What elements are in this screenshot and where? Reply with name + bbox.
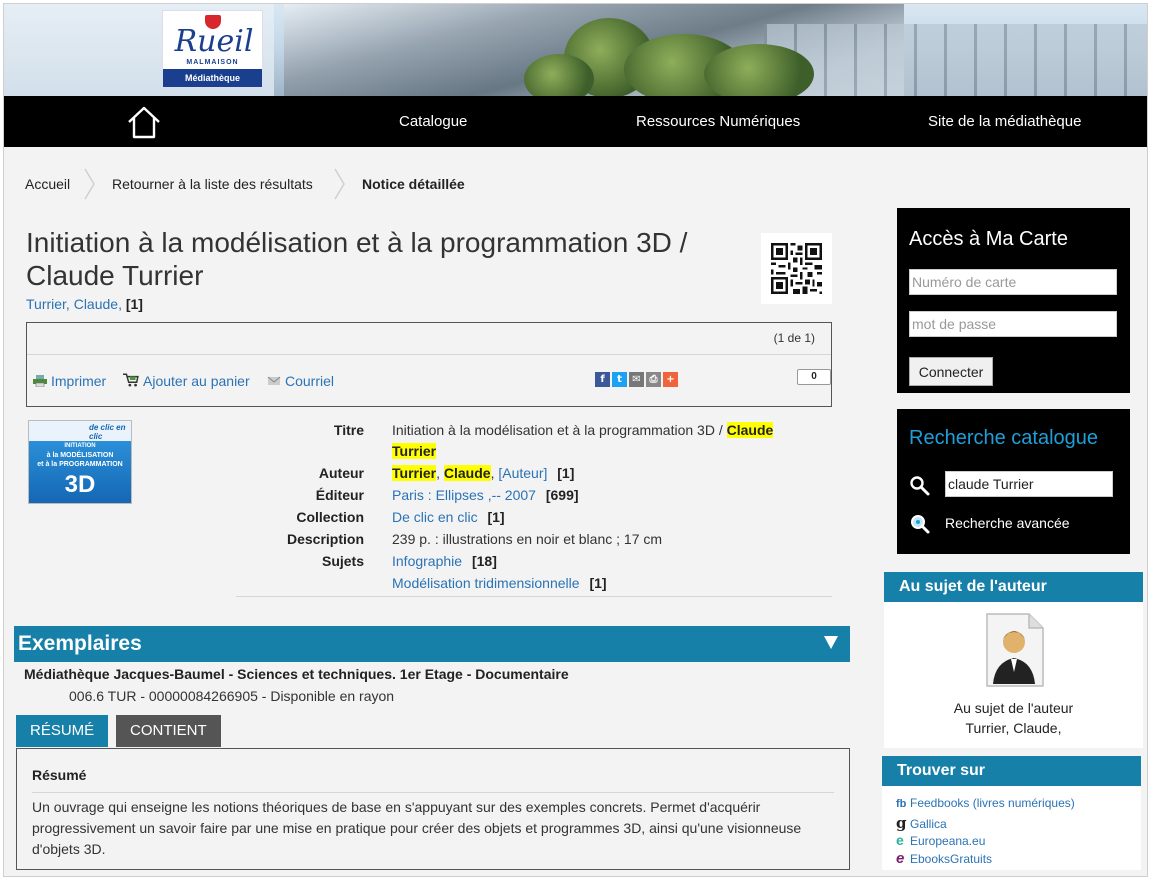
page-frame: Rueil MALMAISON Médiathèque Catalogue Re… xyxy=(3,3,1148,877)
nav-site-mediatheque[interactable]: Site de la médiathèque xyxy=(928,96,1081,147)
card-login-heading: Accès à Ma Carte xyxy=(909,228,1068,250)
qr-code xyxy=(761,233,832,304)
email-button[interactable]: Courriel xyxy=(267,373,334,389)
exemplaire-location: Médiathèque Jacques-Baumel - Sciences et… xyxy=(24,666,569,682)
author-count: [1] xyxy=(125,296,143,312)
collection-link[interactable]: De clic en clic xyxy=(392,509,478,525)
header-banner: Rueil MALMAISON Médiathèque xyxy=(4,4,1147,96)
catalogue-search-heading: Recherche catalogue xyxy=(909,427,1099,449)
cover-series: de clic en clic xyxy=(89,423,126,441)
find-on-heading: Trouver sur xyxy=(882,756,1141,786)
card-login-box: Accès à Ma Carte Connecter xyxy=(897,208,1130,393)
twitter-icon[interactable]: t xyxy=(612,372,627,387)
editeur-link[interactable]: Paris : Ellipses ,-- 2007 xyxy=(392,487,536,503)
gallica-icon: g xyxy=(896,814,907,832)
author-box: Au sujet de l'auteur Au sujet de l'auteu… xyxy=(884,572,1143,748)
sujet-link-modelisation[interactable]: Modélisation tridimensionnelle xyxy=(392,575,580,591)
author-highlight-firstname[interactable]: Claude xyxy=(443,465,491,481)
site-logo[interactable]: Rueil MALMAISON Médiathèque xyxy=(162,10,263,88)
link-europeana[interactable]: e Europeana.eu xyxy=(896,832,985,848)
main-nav: Catalogue Ressources Numériques Site de … xyxy=(4,96,1147,147)
author-box-caption: Au sujet de l'auteur Turrier, Claude, xyxy=(953,700,1074,736)
notice-panel: Initiation à la modélisation et à la pro… xyxy=(14,208,852,618)
resume-panel: Résumé Un ouvrage qui enseigne les notio… xyxy=(16,748,850,870)
field-sujets-continued: Modélisation tridimensionnelle [1] xyxy=(392,575,607,591)
breadcrumb-separator-icon xyxy=(334,168,345,200)
result-pager: (1 de 1) xyxy=(773,331,815,345)
exemplaires-header[interactable]: Exemplaires xyxy=(14,626,850,662)
link-ebooksgratuits[interactable]: e EbooksGratuits xyxy=(896,850,992,867)
share-buttons: f t ✉ ⎙ + xyxy=(595,369,680,387)
facebook-icon[interactable]: f xyxy=(595,372,610,387)
author-link[interactable]: Turrier, Claude, xyxy=(26,296,122,312)
sujet-link-infographie[interactable]: Infographie xyxy=(392,553,462,569)
nav-ressources-numeriques[interactable]: Ressources Numériques xyxy=(636,96,800,147)
author-highlight-surname[interactable]: Turrier xyxy=(392,465,437,481)
field-editeur: Éditeur Paris : Ellipses ,-- 2007 [699] xyxy=(315,487,579,503)
logo-subtitle: MALMAISON xyxy=(186,59,239,66)
author-avatar-icon[interactable] xyxy=(981,612,1047,688)
connect-button[interactable]: Connecter xyxy=(909,357,993,386)
field-auteur: Auteur Turrier, Claude, [Auteur] [1] xyxy=(318,465,575,481)
nav-catalogue[interactable]: Catalogue xyxy=(399,96,467,147)
author-line: Turrier, Claude, [1] xyxy=(26,296,143,312)
field-titre-continued: Turrier xyxy=(392,443,437,459)
banner-photo-building xyxy=(764,24,1147,96)
collapse-arrow-icon xyxy=(824,636,838,649)
resume-text: Un ouvrage qui enseigne les notions théo… xyxy=(32,799,802,857)
field-sujets: Sujets Infographie [18] xyxy=(321,553,497,569)
author-box-heading: Au sujet de l'auteur xyxy=(884,572,1143,602)
exemplaire-item: 006.6 TUR - 00000084266905 - Disponible … xyxy=(69,688,395,704)
logo-band: Médiathèque xyxy=(163,69,262,87)
tools-box: (1 de 1) Imprimer Ajouter au panier Cour… xyxy=(26,322,832,407)
author-role-link[interactable]: [Auteur] xyxy=(498,465,547,481)
catalogue-search-box: Recherche catalogue Recherche avancée xyxy=(897,409,1130,554)
field-collection: Collection De clic en clic [1] xyxy=(296,509,505,525)
link-feedbooks[interactable]: fb Feedbooks (livres numériques) xyxy=(896,796,1075,810)
breadcrumb-accueil[interactable]: Accueil xyxy=(25,164,70,204)
qr-code-icon xyxy=(771,243,822,294)
cart-icon xyxy=(123,373,139,387)
link-gallica[interactable]: g Gallica xyxy=(896,814,947,832)
field-description: Description 239 p. : illustrations en no… xyxy=(286,531,663,547)
feedbooks-icon: fb xyxy=(896,798,907,810)
printer-icon xyxy=(33,375,47,387)
envelope-icon xyxy=(267,376,281,385)
tab-contient[interactable]: CONTIENT xyxy=(116,715,221,747)
plus-icon[interactable]: + xyxy=(663,372,678,387)
share-counter: 0 xyxy=(797,369,831,385)
print-icon[interactable]: ⎙ xyxy=(646,372,661,387)
home-icon[interactable] xyxy=(126,104,162,140)
tab-resume[interactable]: RÉSUMÉ xyxy=(16,715,109,747)
search-input[interactable] xyxy=(945,471,1113,497)
book-cover[interactable]: de clic en clic INITIATION à la MODÉLISA… xyxy=(28,420,132,504)
print-button[interactable]: Imprimer xyxy=(33,373,106,389)
find-on-box: Trouver sur fb Feedbooks (livres numériqu… xyxy=(882,756,1141,870)
europeana-icon: e xyxy=(896,832,904,848)
breadcrumb-current: Notice détaillée xyxy=(362,176,465,192)
field-titre: Titre Initiation à la modélisation et à … xyxy=(333,422,774,438)
add-to-cart-button[interactable]: Ajouter au panier xyxy=(123,373,250,389)
password-input[interactable] xyxy=(909,311,1117,337)
advanced-search-link[interactable]: Recherche avancée xyxy=(945,515,1070,531)
email-icon[interactable]: ✉ xyxy=(629,372,644,387)
search-icon[interactable] xyxy=(909,475,931,497)
advanced-search-icon[interactable] xyxy=(909,513,931,535)
card-number-input[interactable] xyxy=(909,269,1117,295)
breadcrumb-separator-icon xyxy=(84,168,95,200)
logo-wordmark: Rueil xyxy=(174,24,254,59)
breadcrumb-back-to-results[interactable]: Retourner à la liste des résultats xyxy=(112,164,313,204)
resume-heading: Résumé xyxy=(32,767,87,783)
ebooksgratuits-icon: e xyxy=(896,850,905,867)
breadcrumb: Accueil Retourner à la liste des résulta… xyxy=(4,164,604,204)
page-title: Initiation à la modélisation et à la pro… xyxy=(26,227,688,291)
